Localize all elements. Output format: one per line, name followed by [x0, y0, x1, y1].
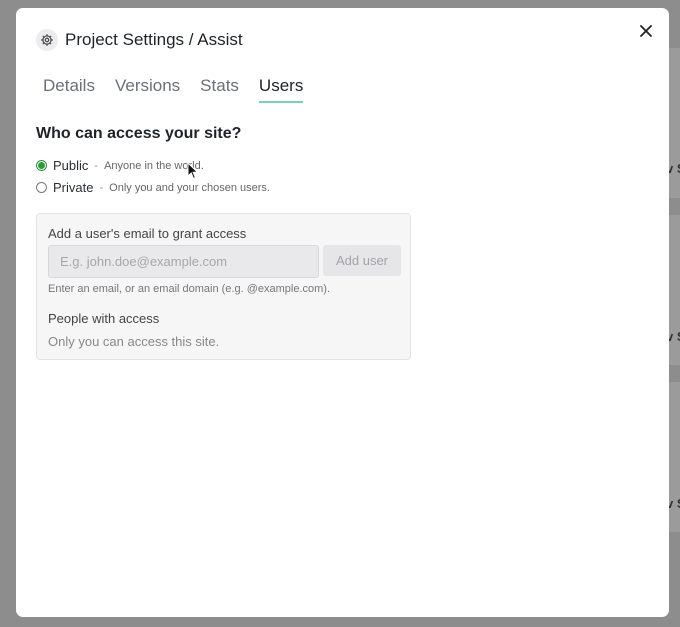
- tab-versions[interactable]: Versions: [115, 76, 180, 103]
- radio-option-private[interactable]: Private - Only you and your chosen users…: [36, 180, 270, 195]
- grant-access-label: Add a user's email to grant access: [48, 226, 247, 241]
- gear-icon: [36, 29, 58, 51]
- people-with-access-label: People with access: [48, 311, 160, 326]
- settings-tabs: Details Versions Stats Users: [43, 76, 323, 103]
- radio-option-public[interactable]: Public - Anyone in the world.: [36, 158, 204, 173]
- access-heading: Who can access your site?: [36, 125, 242, 142]
- add-user-button[interactable]: Add user: [323, 245, 401, 276]
- email-hint: Enter an email, or an email domain (e.g.…: [48, 283, 331, 295]
- project-settings-modal: Project Settings / Assist Details Versio…: [16, 8, 669, 617]
- mouse-cursor-icon: [187, 162, 199, 180]
- public-label[interactable]: Public: [53, 158, 88, 173]
- modal-header: Project Settings / Assist: [36, 28, 243, 52]
- close-icon[interactable]: [637, 22, 655, 40]
- people-empty-text: Only you can access this site.: [48, 334, 220, 349]
- option-separator: -: [94, 159, 99, 172]
- modal-title: Project Settings / Assist: [65, 30, 243, 49]
- tab-stats[interactable]: Stats: [200, 76, 239, 103]
- private-label[interactable]: Private: [53, 180, 93, 195]
- private-description: Only you and your chosen users.: [109, 181, 270, 194]
- option-separator: -: [99, 181, 104, 194]
- tab-users[interactable]: Users: [258, 76, 304, 103]
- tab-details[interactable]: Details: [43, 76, 95, 103]
- email-input[interactable]: [48, 245, 319, 278]
- private-radio[interactable]: [36, 182, 47, 193]
- grant-access-panel: Add a user's email to grant access Add u…: [36, 213, 411, 360]
- public-radio[interactable]: [36, 160, 47, 171]
